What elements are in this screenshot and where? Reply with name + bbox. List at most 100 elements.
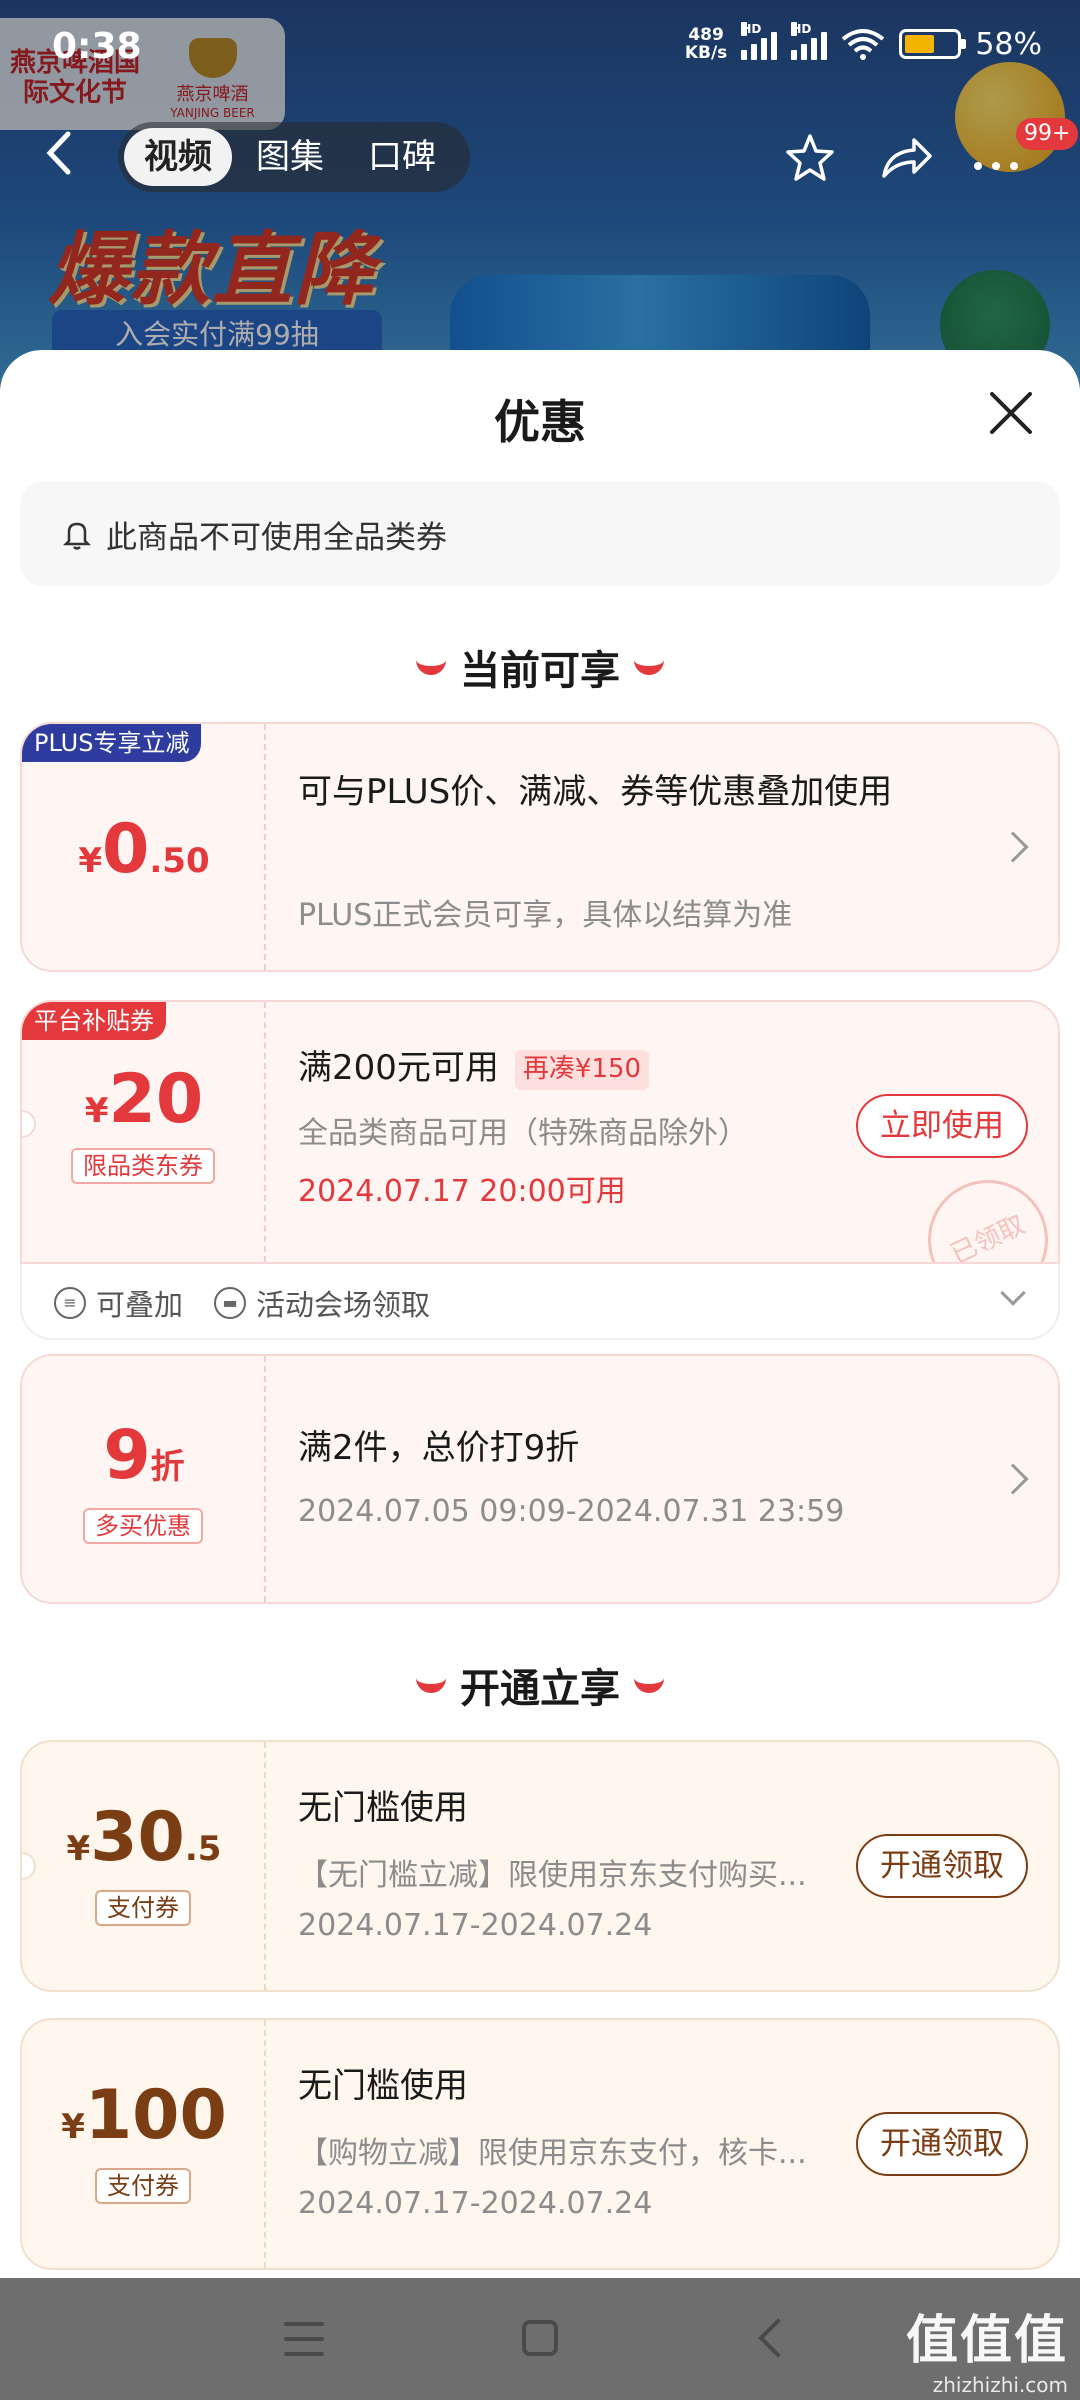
amount-unit: 折 bbox=[150, 1447, 185, 1487]
ticket-icon: ▬ bbox=[214, 1287, 246, 1319]
offer-desc: 全品类商品可用（特殊商品除外） bbox=[298, 1116, 748, 1151]
offer-title: 无门槛使用 bbox=[298, 1788, 468, 1828]
watermark-main: 值值值 bbox=[905, 2311, 1068, 2371]
currency-symbol: ¥ bbox=[66, 1829, 91, 1869]
home-icon[interactable] bbox=[522, 2320, 558, 2356]
amount-main: 20 bbox=[108, 1060, 204, 1139]
chevron-right-icon bbox=[997, 831, 1029, 863]
chevron-right-icon bbox=[997, 1463, 1029, 1495]
discount-amount: 9折 bbox=[22, 1416, 266, 1495]
section-open-header: 开通立享 bbox=[0, 1656, 1080, 1714]
amount-main: 30 bbox=[90, 1798, 185, 1877]
tab-gallery[interactable]: 图集 bbox=[236, 128, 344, 186]
discount-bottom-sheet: 优惠 此商品不可使用全品类券 当前可享 PLUS专享立减 ¥0.50 可与PLU… bbox=[0, 350, 1080, 2278]
offer-valid-period: 2024.07.05 09:09-2024.07.31 23:59 bbox=[298, 1494, 845, 1529]
tab-video[interactable]: 视频 bbox=[124, 128, 232, 186]
offer-card-pay-coupon-100[interactable]: ¥100 支付券 无门槛使用 【购物立减】限使用京东支付，核卡... 2024.… bbox=[20, 2018, 1060, 2270]
offer-title: 满2件，总价打9折 bbox=[298, 1428, 580, 1468]
stack-icon: ≡ bbox=[54, 1287, 86, 1319]
chevron-left-icon bbox=[46, 131, 71, 175]
offer-valid-period: 2024.07.17-2024.07.24 bbox=[298, 2186, 653, 2221]
open-claim-button[interactable]: 开通领取 bbox=[856, 2112, 1028, 2176]
signal-icon: HD bbox=[741, 22, 778, 60]
pay-coupon-sub-tag: 支付券 bbox=[95, 2168, 191, 2204]
offer-title: 可与PLUS价、满减、券等优惠叠加使用 bbox=[298, 772, 893, 812]
currency-symbol: ¥ bbox=[78, 841, 103, 881]
amount-decimal: .50 bbox=[149, 841, 210, 881]
stackable-text: 可叠加 bbox=[96, 1288, 184, 1322]
more-icon[interactable] bbox=[968, 130, 1024, 186]
battery-percent: 58% bbox=[975, 26, 1042, 62]
section-current-title: 当前可享 bbox=[460, 648, 620, 694]
section-open-title: 开通立享 bbox=[460, 1666, 620, 1712]
smile-icon bbox=[634, 1677, 664, 1693]
amount-main: 9 bbox=[103, 1416, 151, 1495]
claimed-stamp: 已领取 bbox=[908, 1160, 1058, 1262]
offer-title-text: 满200元可用 bbox=[298, 1048, 499, 1088]
offer-card-subsidy[interactable]: 平台补贴券 ¥20 限品类东券 满200元可用 再凑¥150 全品类商品可用（特殊… bbox=[20, 1000, 1060, 1264]
network-speed-unit: KB/s bbox=[684, 43, 728, 63]
favorite-star-icon[interactable] bbox=[782, 130, 838, 186]
back-nav-icon[interactable] bbox=[758, 2318, 798, 2358]
pay-coupon-amount: ¥30.5 bbox=[22, 1798, 266, 1877]
network-speed-value: 489 bbox=[688, 25, 724, 45]
message-count-badge: 99+ bbox=[1016, 118, 1079, 150]
hd-label-2: HD bbox=[791, 22, 812, 36]
offer-desc: PLUS正式会员可享，具体以结算为准 bbox=[298, 898, 793, 933]
offer-card-pay-coupon-30[interactable]: ¥30.5 支付券 无门槛使用 【无门槛立减】限使用京东支付购买... 2024… bbox=[20, 1740, 1060, 1992]
offer-title: 满200元可用 再凑¥150 bbox=[298, 1044, 650, 1092]
subsidy-sub-tag: 限品类东券 bbox=[71, 1148, 215, 1184]
hd-label: HD bbox=[741, 22, 762, 36]
recents-menu-icon[interactable] bbox=[284, 2322, 324, 2356]
offer-desc: 【购物立减】限使用京东支付，核卡... bbox=[298, 2136, 807, 2171]
source-text: 活动会场领取 bbox=[256, 1288, 431, 1322]
amount-main: 0 bbox=[102, 810, 150, 889]
open-claim-button[interactable]: 开通领取 bbox=[856, 1834, 1028, 1898]
offer-amount-area: ¥100 支付券 bbox=[22, 2020, 266, 2268]
status-bar: 0:38 489 KB/s HD HD 58% bbox=[0, 0, 1080, 100]
offer-amount-area: 平台补贴券 ¥20 限品类东券 bbox=[22, 1002, 266, 1262]
currency-symbol: ¥ bbox=[61, 2107, 85, 2147]
status-icons: 489 KB/s HD HD 58% bbox=[685, 22, 1042, 62]
site-watermark: 值值值 zhizhizhi.com bbox=[906, 2298, 1068, 2397]
amount-decimal: .5 bbox=[184, 1829, 222, 1869]
offer-title: 无门槛使用 bbox=[298, 2066, 468, 2106]
smile-icon bbox=[416, 659, 446, 675]
stackable-info: ≡ 可叠加 bbox=[54, 1282, 183, 1324]
subsidy-amount: ¥20 bbox=[22, 1060, 266, 1139]
system-nav-bar: 值值值 zhizhizhi.com bbox=[0, 2278, 1080, 2400]
smile-icon bbox=[634, 659, 664, 675]
offer-card-subsidy-footer[interactable]: ≡ 可叠加 ▬ 活动会场领取 bbox=[20, 1264, 1060, 1340]
offer-amount-area: ¥30.5 支付券 bbox=[22, 1742, 266, 1990]
plus-amount: ¥0.50 bbox=[22, 810, 266, 889]
status-time: 0:38 bbox=[52, 26, 142, 67]
back-button[interactable] bbox=[40, 128, 96, 184]
coupon-notice: 此商品不可使用全品类券 bbox=[20, 482, 1060, 586]
coupon-notice-text: 此商品不可使用全品类券 bbox=[106, 519, 447, 556]
signal-icon-2: HD bbox=[791, 22, 828, 60]
subsidy-corner-tag: 平台补贴券 bbox=[22, 1002, 166, 1040]
media-tabs: 视频 图集 口碑 bbox=[118, 122, 470, 192]
offer-desc: 【无门槛立减】限使用京东支付购买... bbox=[298, 1858, 807, 1893]
sheet-title: 优惠 bbox=[494, 395, 586, 449]
battery-icon bbox=[899, 29, 967, 59]
chevron-down-icon[interactable] bbox=[1000, 1280, 1026, 1306]
network-speed: 489 KB/s bbox=[685, 26, 727, 62]
plus-corner-tag: PLUS专享立减 bbox=[22, 724, 202, 762]
smile-icon bbox=[416, 1677, 446, 1693]
offer-card-bulk-discount[interactable]: 9折 多买优惠 满2件，总价打9折 2024.07.05 09:09-2024.… bbox=[20, 1354, 1060, 1604]
discount-sub-tag: 多买优惠 bbox=[83, 1508, 203, 1544]
share-icon[interactable] bbox=[878, 130, 934, 186]
offer-amount-area: PLUS专享立减 ¥0.50 bbox=[22, 724, 266, 970]
source-info: ▬ 活动会场领取 bbox=[214, 1282, 430, 1324]
offer-amount-area: 9折 多买优惠 bbox=[22, 1356, 266, 1602]
offer-card-plus[interactable]: PLUS专享立减 ¥0.50 可与PLUS价、满减、券等优惠叠加使用 PLUS正… bbox=[20, 722, 1060, 972]
pay-coupon-amount: ¥100 bbox=[22, 2076, 266, 2155]
product-top-nav: 视频 图集 口碑 bbox=[0, 118, 1080, 194]
close-button[interactable] bbox=[984, 386, 1038, 440]
offer-valid-time: 2024.07.17 20:00可用 bbox=[298, 1174, 626, 1209]
amount-main: 100 bbox=[84, 2076, 227, 2155]
use-now-button[interactable]: 立即使用 bbox=[856, 1094, 1028, 1158]
bell-icon bbox=[62, 522, 92, 550]
tab-reviews[interactable]: 口碑 bbox=[348, 128, 456, 186]
